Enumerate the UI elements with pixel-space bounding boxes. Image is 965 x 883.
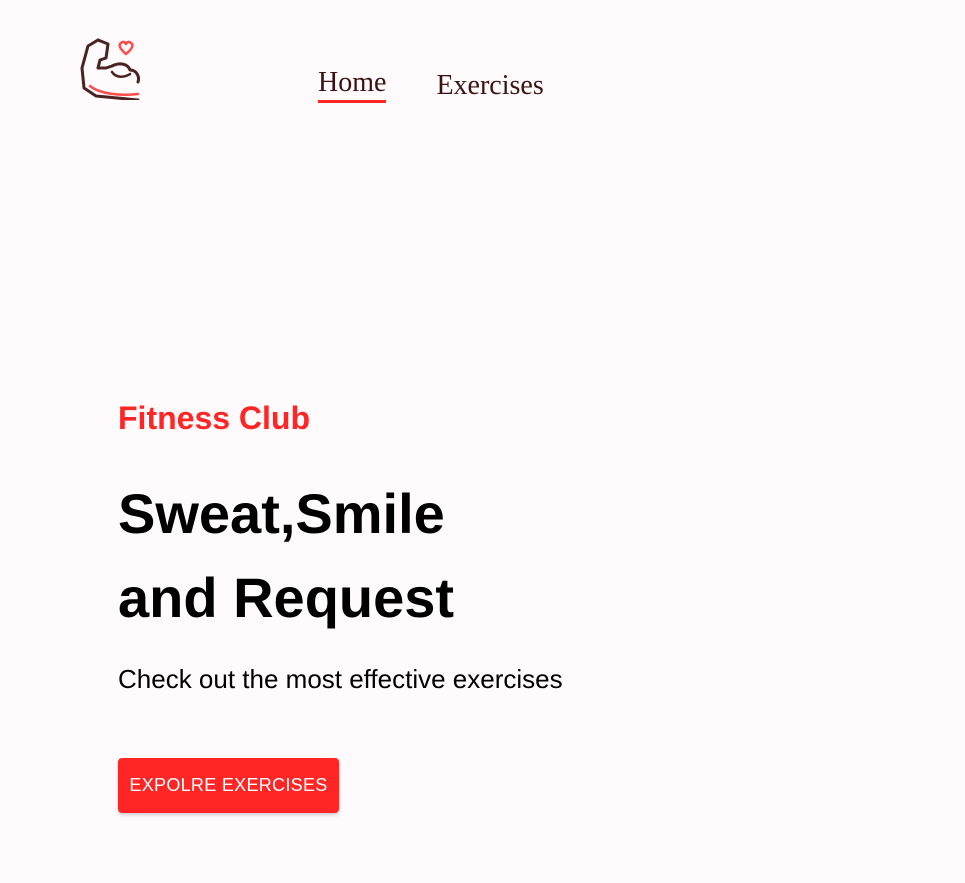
flexing-arm-heart-icon[interactable] [80,38,140,100]
nav-home-link[interactable]: Home [318,66,387,103]
hero-title: Sweat,Smile and Request [118,472,563,640]
hero-subtitle: Check out the most effective exercises [118,664,563,694]
hero-kicker: Fitness Club [118,400,311,436]
hero-title-line-1: Sweat,Smile [118,482,445,545]
hero-section: Fitness Club Sweat,Smile and Request Che… [118,396,563,698]
nav-exercises-link[interactable]: Exercises [436,69,543,103]
main-nav: Home Exercises [318,66,544,103]
explore-exercises-button[interactable]: EXPOLRE EXERCISES [118,758,339,813]
hero-title-line-2: and Request [118,566,455,629]
